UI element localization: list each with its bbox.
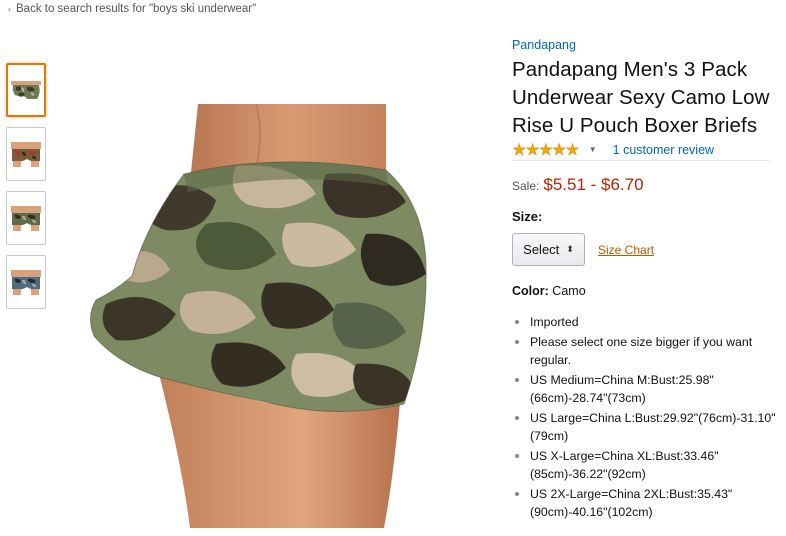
brand-link[interactable]: Pandapang [512,36,782,54]
thumbnail-1[interactable] [6,63,46,117]
rating-row: ★★★★★ ▼ 1 customer review [512,141,770,161]
dropdown-arrows-icon: ⬍ [566,244,574,254]
customer-review-link[interactable]: 1 customer review [613,143,714,157]
size-select-dropdown[interactable]: Select ⬍ [512,233,585,266]
size-label: Size: [512,209,543,224]
list-item: US 2X-Large=China 2XL:Bust:35.43"(90cm)-… [512,485,782,521]
size-select-value: Select [523,242,560,257]
back-to-results-link[interactable]: ‹ Back to search results for "boys ski un… [8,3,256,15]
feature-bullets: Imported Please select one size bigger i… [512,313,782,521]
thumbnail-4[interactable] [6,255,46,309]
product-title: Pandapang Men's 3 Pack Underwear Sexy Ca… [512,58,770,137]
star-rating-icon[interactable]: ★★★★★ [512,140,580,160]
size-chart-link[interactable]: Size Chart [598,243,654,257]
list-item: US Large=China L:Bust:29.92"(76cm)-31.10… [512,409,782,445]
chevron-down-icon[interactable]: ▼ [589,145,597,154]
thumbnail-image-icon [11,142,41,167]
back-link-text: Back to search results for "boys ski und… [16,3,257,15]
list-item: US Medium=China M:Bust:25.98"(66cm)-28.7… [512,371,782,407]
list-item: Please select one size bigger if you wan… [512,333,782,369]
thumbnail-image-icon [11,270,41,295]
thumbnail-image-icon [11,206,41,231]
thumbnail-2[interactable] [6,127,46,181]
thumbnail-3[interactable] [6,191,46,245]
product-details: Pandapang Pandapang Men's 3 Pack Underwe… [512,36,782,523]
color-label: Color: [512,284,549,298]
size-row: Select ⬍ Size Chart [512,233,782,266]
price-label: Sale: [512,179,540,193]
thumbnail-image-icon [11,81,41,99]
list-item: Imported [512,313,782,331]
main-product-image[interactable] [86,104,432,528]
list-item: US X-Large=China XL:Bust:33.46"(85cm)-36… [512,447,782,483]
thumbnail-gallery [6,63,46,319]
color-row: Color: Camo [512,284,782,298]
price-row: Sale: $5.51 - $6.70 [512,175,782,195]
color-value: Camo [552,284,586,298]
price-value: $5.51 - $6.70 [543,175,644,194]
chevron-left-icon: ‹ [8,4,11,14]
